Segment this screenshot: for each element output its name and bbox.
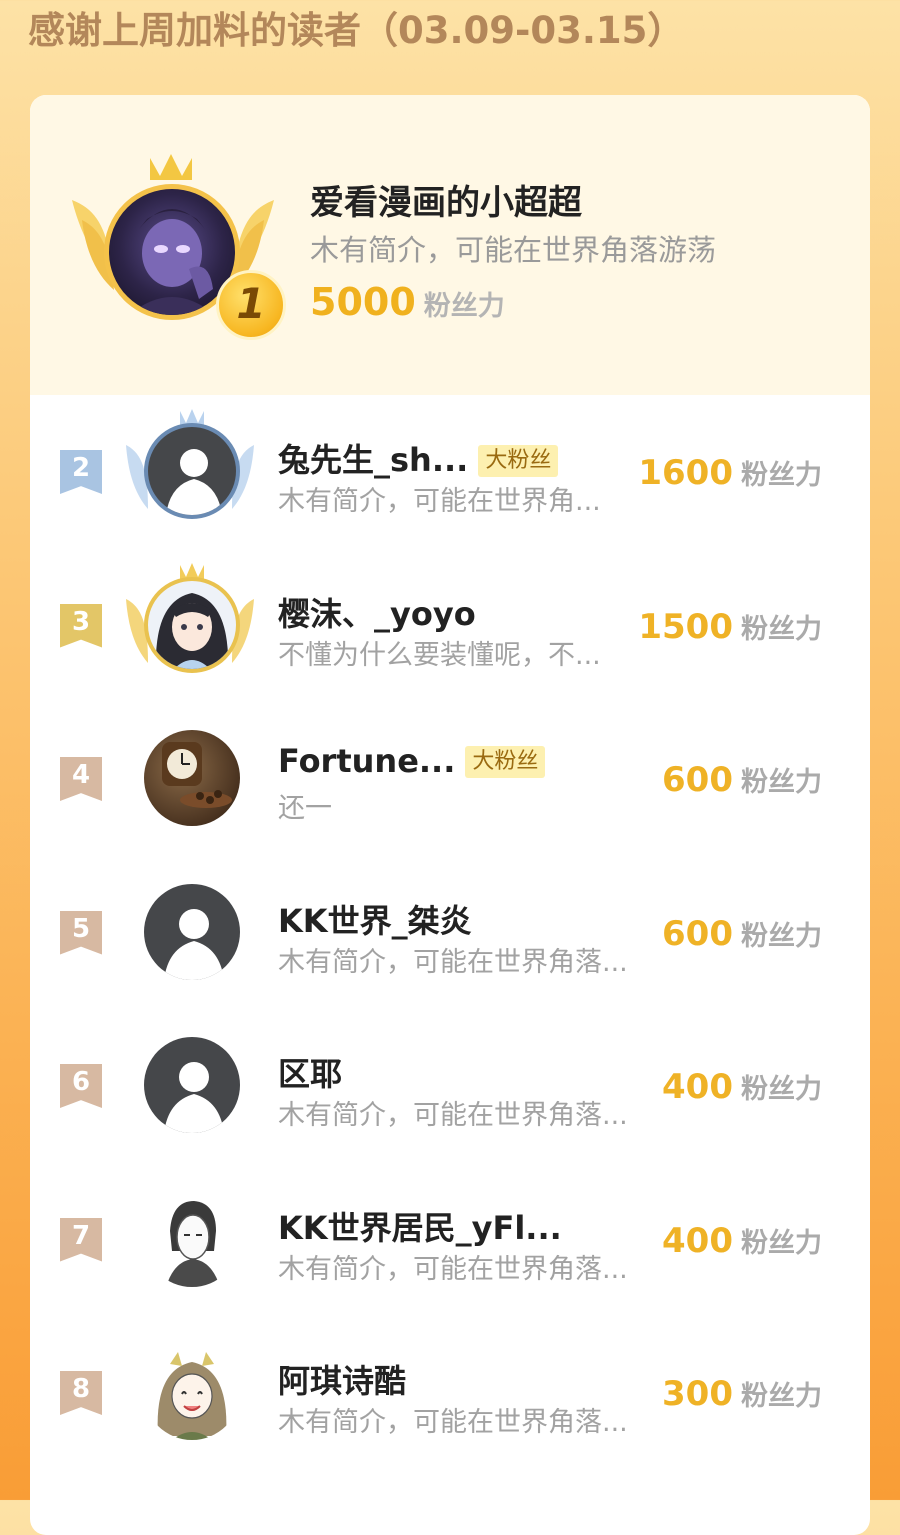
avatar-container[interactable] <box>120 1326 260 1456</box>
reader-name[interactable]: KK世界居民_yFl... <box>278 1203 562 1249</box>
reader-bio: 木有简介，可能在世界角... <box>278 486 601 517</box>
ranking-list: 2 兔先生_sh... 大粉丝 木有简介，可能在世界角... 1600 粉丝力 <box>30 395 870 1470</box>
reader-bio: 木有简介，可能在世界角落... <box>278 1253 628 1285</box>
score-unit: 粉丝力 <box>741 920 822 952</box>
list-item[interactable]: 7 KK世界居民_yFl... 木有简介，可能在世界角落... 400 粉丝力 <box>30 1163 870 1317</box>
avatar-container[interactable] <box>120 1019 260 1149</box>
top-reader-bio: 木有简介，可能在世界角落游荡 <box>310 233 717 267</box>
reader-name-text: Fortune... <box>278 742 456 780</box>
clock-icon <box>162 742 232 808</box>
sketch-portrait-icon <box>166 1200 220 1287</box>
fan-badge: 大粉丝 <box>478 445 559 477</box>
crown-icon <box>150 154 192 180</box>
list-item[interactable]: 3 樱沫、_yoyo 不懂为什么要装懂呢，不... 1500 粉丝力 <box>30 549 870 703</box>
rank-tag: 2 <box>60 450 102 494</box>
reader-name-text: 兔先生_sh... <box>278 441 469 479</box>
avatar-container[interactable] <box>120 712 260 842</box>
score-value: 400 <box>662 1220 733 1261</box>
score-value: 600 <box>662 760 733 800</box>
score-unit: 粉丝力 <box>741 1074 822 1105</box>
fan-badge: 大粉丝 <box>465 746 546 778</box>
score-value: 5000 <box>310 280 416 324</box>
score-unit: 粉丝力 <box>741 1381 822 1412</box>
score-unit: 粉丝力 <box>741 613 822 645</box>
top-reader-name[interactable]: 爱看漫画的小超超 <box>310 175 582 224</box>
reader-score: 1500 粉丝力 <box>638 607 822 647</box>
avatar-container[interactable] <box>120 405 260 535</box>
reader-bio: 木有简介，可能在世界角落... <box>278 1100 628 1131</box>
score-value: 300 <box>662 1374 733 1414</box>
reader-name[interactable]: 阿琪诗酷 <box>278 1356 406 1402</box>
top-reader-score: 5000 粉丝力 <box>310 280 505 324</box>
reader-bio: 木有简介，可能在世界角落... <box>278 1407 628 1438</box>
rank-tag: 6 <box>60 1064 102 1108</box>
avatar-container[interactable] <box>120 866 260 996</box>
score-value: 1500 <box>638 606 733 647</box>
score-unit: 粉丝力 <box>741 767 822 798</box>
reader-bio: 木有简介，可能在世界角落... <box>278 946 628 978</box>
reader-bio: 不懂为什么要装懂呢，不... <box>278 639 601 671</box>
reader-score: 1600 粉丝力 <box>638 453 822 493</box>
list-item[interactable]: 4 Fortune... 大粉丝 还一 600 粉丝力 <box>30 702 870 856</box>
reader-score: 600 粉丝力 <box>662 914 822 954</box>
reader-name[interactable]: KK世界_桀炎 <box>278 896 472 942</box>
reader-name[interactable]: 樱沫、_yoyo <box>278 589 476 635</box>
avatar-container[interactable] <box>120 559 260 689</box>
default-avatar-icon <box>164 908 224 980</box>
score-unit: 粉丝力 <box>741 1227 822 1259</box>
avatar <box>144 730 240 826</box>
list-item[interactable]: 8 阿琪诗酷 木有简介，可能在世界角落... 300 粉丝力 <box>30 1316 870 1470</box>
score-value: 600 <box>662 913 733 954</box>
reader-name[interactable]: Fortune... 大粉丝 <box>278 742 546 780</box>
reader-score: 400 粉丝力 <box>662 1067 822 1107</box>
top-avatar-container[interactable]: 1 <box>68 150 286 350</box>
avatar <box>144 1344 240 1440</box>
avatar <box>144 576 240 673</box>
ranking-card: 1 爱看漫画的小超超 木有简介，可能在世界角落游荡 5000 粉丝力 2 兔先生… <box>30 95 870 1535</box>
anime-girl-icon <box>155 592 229 669</box>
reader-score: 300 粉丝力 <box>662 1374 822 1414</box>
anime-girl-icon <box>157 1352 227 1440</box>
rank-tag: 4 <box>60 757 102 801</box>
score-unit: 粉丝力 <box>423 291 505 322</box>
reader-bio: 还一 <box>278 793 332 824</box>
avatar <box>144 883 240 980</box>
reader-score: 400 粉丝力 <box>662 1221 822 1261</box>
score-value: 400 <box>662 1067 733 1107</box>
score-value: 1600 <box>638 453 733 493</box>
list-item[interactable]: 6 区耶 木有简介，可能在世界角落... 400 粉丝力 <box>30 1009 870 1163</box>
avatar <box>144 1037 240 1133</box>
list-item[interactable]: 5 KK世界_桀炎 木有简介，可能在世界角落... 600 粉丝力 <box>30 856 870 1010</box>
top-reader-section: 1 爱看漫画的小超超 木有简介，可能在世界角落游荡 5000 粉丝力 <box>30 95 870 395</box>
avatar <box>144 1190 240 1287</box>
page-title: 感谢上周加料的读者（03.09-03.15） <box>28 9 685 52</box>
reader-name[interactable]: 兔先生_sh... 大粉丝 <box>278 435 559 481</box>
rank-tag: 7 <box>60 1217 102 1262</box>
rank-tag: 5 <box>60 910 102 955</box>
avatar <box>144 423 240 519</box>
rank-badge: 1 <box>216 270 286 340</box>
reader-name[interactable]: 区耶 <box>278 1049 342 1095</box>
rank-tag: 8 <box>60 1371 102 1415</box>
default-avatar-icon <box>164 1062 224 1133</box>
default-avatar-icon <box>166 449 222 515</box>
score-unit: 粉丝力 <box>741 460 822 491</box>
avatar-container[interactable] <box>120 1173 260 1303</box>
rank-tag: 3 <box>60 603 102 648</box>
reader-score: 600 粉丝力 <box>662 760 822 800</box>
list-item[interactable]: 2 兔先生_sh... 大粉丝 木有简介，可能在世界角... 1600 粉丝力 <box>30 395 870 549</box>
